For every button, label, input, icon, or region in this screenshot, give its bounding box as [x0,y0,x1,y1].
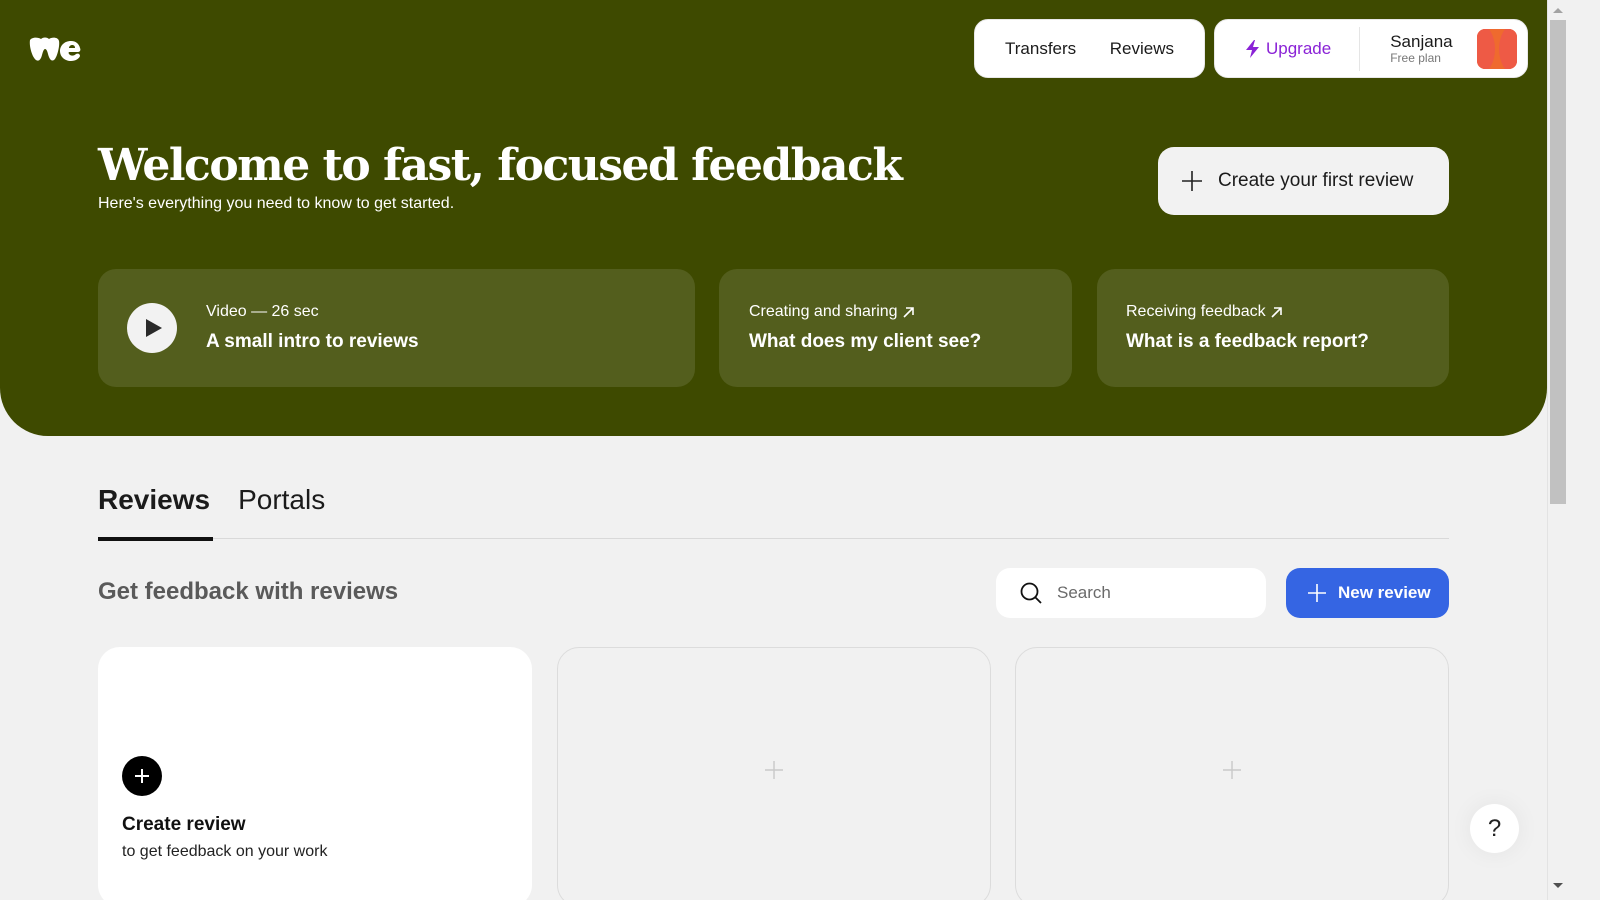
wetransfer-logo[interactable] [29,36,81,64]
tab-reviews[interactable]: Reviews [98,478,214,541]
empty-review-slot [557,647,991,900]
create-first-review-label: Create your first review [1218,170,1414,191]
feedback-report-card[interactable]: Receiving feedback What is a feedback re… [1097,269,1449,387]
card-text: Creating and sharing What does my client… [749,302,981,354]
new-review-button[interactable]: New review [1286,568,1449,618]
arrow-up-right-icon [1271,306,1282,318]
card-kicker-text: Video — 26 sec [206,303,319,320]
create-review-title: Create review [122,814,246,835]
empty-review-slot [1015,647,1449,900]
page: Transfers Reviews Upgrade Sanjana Free p… [0,0,1567,900]
create-first-review-button[interactable]: Create your first review [1158,147,1449,215]
play-button[interactable] [127,303,177,353]
plus-icon [765,761,783,779]
add-circle-icon [122,756,162,796]
plus-icon [1223,761,1241,779]
scrollbar-thumb[interactable] [1550,20,1566,504]
search-box [996,568,1266,618]
user-plan: Free plan [1390,51,1441,65]
page-subtitle: Here's everything you need to know to ge… [98,195,455,212]
plus-icon [1182,171,1202,191]
main-nav: Transfers Reviews [974,19,1205,78]
arrow-up-right-icon [902,306,914,318]
card-text: Video — 26 sec A small intro to reviews [206,302,419,354]
upgrade-label: Upgrade [1266,38,1332,58]
tab-bar: Reviews Portals [98,478,1449,541]
intro-video-card[interactable]: Video — 26 sec A small intro to reviews [98,269,695,387]
user-name: Sanjana [1390,32,1453,51]
plus-icon [135,769,149,783]
scroll-down-arrow-icon[interactable] [1553,883,1563,888]
card-kicker: Creating and sharing [749,302,981,322]
card-headline: A small intro to reviews [206,331,419,352]
create-review-subtitle: to get feedback on your work [122,843,328,860]
hero-banner: Transfers Reviews Upgrade Sanjana Free p… [0,0,1547,436]
card-headline: What is a feedback report? [1126,331,1369,352]
section-title: Get feedback with reviews [98,578,399,605]
card-kicker: Receiving feedback [1126,302,1369,322]
search-icon [1020,582,1042,604]
create-review-card[interactable]: Create review to get feedback on your wo… [98,647,532,900]
card-kicker: Video — 26 sec [206,302,419,322]
lightning-icon [1246,39,1259,58]
page-title: Welcome to fast, focused feedback [98,140,903,191]
help-button[interactable]: ? [1470,804,1519,853]
vertical-scrollbar[interactable] [1547,0,1568,900]
card-kicker-text: Creating and sharing [749,303,898,320]
account-bar: Upgrade Sanjana Free plan [1214,19,1528,78]
tab-portals[interactable]: Portals [238,478,325,539]
nav-reviews[interactable]: Reviews [1110,39,1174,59]
card-text: Receiving feedback What is a feedback re… [1126,302,1369,354]
card-kicker-text: Receiving feedback [1126,303,1266,320]
plus-icon [1308,584,1326,602]
new-review-label: New review [1338,583,1431,602]
client-view-card[interactable]: Creating and sharing What does my client… [719,269,1072,387]
avatar[interactable] [1477,28,1517,69]
user-menu[interactable]: Sanjana Free plan [1390,32,1452,65]
upgrade-button[interactable]: Upgrade [1245,39,1331,59]
scroll-up-arrow-icon[interactable] [1553,8,1563,13]
search-input[interactable] [1057,583,1237,603]
divider [1359,26,1361,71]
card-headline: What does my client see? [749,331,982,352]
nav-transfers[interactable]: Transfers [1005,39,1076,59]
play-icon [145,319,162,337]
